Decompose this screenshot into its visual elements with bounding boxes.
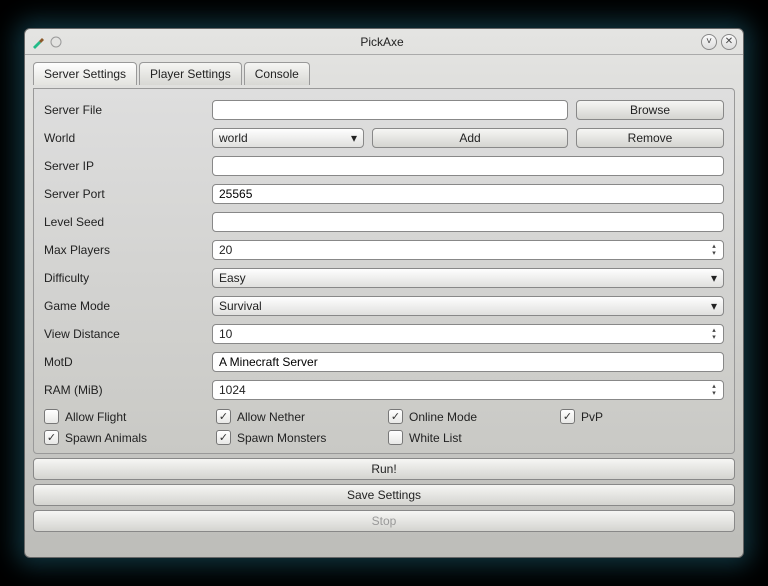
- max-players-label: Max Players: [44, 243, 204, 257]
- tab-console[interactable]: Console: [244, 62, 310, 85]
- checkbox-icon: ✓: [44, 430, 59, 445]
- server-port-label: Server Port: [44, 187, 204, 201]
- checkbox-icon: [388, 430, 403, 445]
- level-seed-label: Level Seed: [44, 215, 204, 229]
- spawn-monsters-checkbox[interactable]: ✓ Spawn Monsters: [216, 430, 378, 445]
- pvp-checkbox[interactable]: ✓ PvP: [560, 409, 722, 424]
- world-select[interactable]: world ▾: [212, 128, 364, 148]
- motd-label: MotD: [44, 355, 204, 369]
- spinner-arrows-icon[interactable]: ▴▾: [708, 242, 720, 258]
- server-ip-label: Server IP: [44, 159, 204, 173]
- chevron-down-icon: ▾: [711, 271, 717, 285]
- server-ip-input[interactable]: [212, 156, 724, 176]
- tab-server-settings[interactable]: Server Settings: [33, 62, 137, 85]
- content-area: Server Settings Player Settings Console …: [25, 55, 743, 557]
- close-button[interactable]: ✕: [721, 34, 737, 50]
- max-players-spinner[interactable]: 20 ▴▾: [212, 240, 724, 260]
- game-mode-select[interactable]: Survival ▾: [212, 296, 724, 316]
- checkbox-icon: [44, 409, 59, 424]
- tab-label: Player Settings: [150, 67, 231, 81]
- checkbox-icon: ✓: [560, 409, 575, 424]
- server-settings-page: Server File Browse World world ▾ Add Rem…: [33, 88, 735, 454]
- chevron-down-icon: ▾: [711, 299, 717, 313]
- server-file-input[interactable]: [212, 100, 568, 120]
- run-button[interactable]: Run!: [33, 458, 735, 480]
- server-port-input[interactable]: [212, 184, 724, 204]
- online-mode-checkbox[interactable]: ✓ Online Mode: [388, 409, 550, 424]
- view-distance-spinner[interactable]: 10 ▴▾: [212, 324, 724, 344]
- app-window: PickAxe ˅ ✕ Server Settings Player Setti…: [24, 28, 744, 558]
- stop-button[interactable]: Stop: [33, 510, 735, 532]
- chevron-down-icon: ▾: [351, 131, 357, 145]
- difficulty-select[interactable]: Easy ▾: [212, 268, 724, 288]
- game-mode-label: Game Mode: [44, 299, 204, 313]
- window-ornament-icon: [49, 35, 63, 49]
- checkbox-icon: ✓: [216, 430, 231, 445]
- spinner-arrows-icon[interactable]: ▴▾: [708, 382, 720, 398]
- browse-button[interactable]: Browse: [576, 100, 724, 120]
- minimize-button[interactable]: ˅: [701, 34, 717, 50]
- spinner-arrows-icon[interactable]: ▴▾: [708, 326, 720, 342]
- white-list-checkbox[interactable]: White List: [388, 430, 550, 445]
- spawn-animals-checkbox[interactable]: ✓ Spawn Animals: [44, 430, 206, 445]
- checkbox-icon: ✓: [216, 409, 231, 424]
- motd-input[interactable]: [212, 352, 724, 372]
- tab-label: Server Settings: [44, 67, 126, 81]
- ram-label: RAM (MiB): [44, 383, 204, 397]
- ram-spinner[interactable]: 1024 ▴▾: [212, 380, 724, 400]
- titlebar: PickAxe ˅ ✕: [25, 29, 743, 55]
- view-distance-label: View Distance: [44, 327, 204, 341]
- allow-nether-checkbox[interactable]: ✓ Allow Nether: [216, 409, 378, 424]
- level-seed-input[interactable]: [212, 212, 724, 232]
- server-file-label: Server File: [44, 103, 204, 117]
- difficulty-label: Difficulty: [44, 271, 204, 285]
- tab-label: Console: [255, 67, 299, 81]
- window-title: PickAxe: [67, 35, 697, 49]
- tab-bar: Server Settings Player Settings Console: [33, 61, 735, 84]
- allow-flight-checkbox[interactable]: Allow Flight: [44, 409, 206, 424]
- save-settings-button[interactable]: Save Settings: [33, 484, 735, 506]
- app-icon: [31, 35, 45, 49]
- checkbox-icon: ✓: [388, 409, 403, 424]
- add-world-button[interactable]: Add: [372, 128, 568, 148]
- remove-world-button[interactable]: Remove: [576, 128, 724, 148]
- world-label: World: [44, 131, 204, 145]
- tab-player-settings[interactable]: Player Settings: [139, 62, 242, 85]
